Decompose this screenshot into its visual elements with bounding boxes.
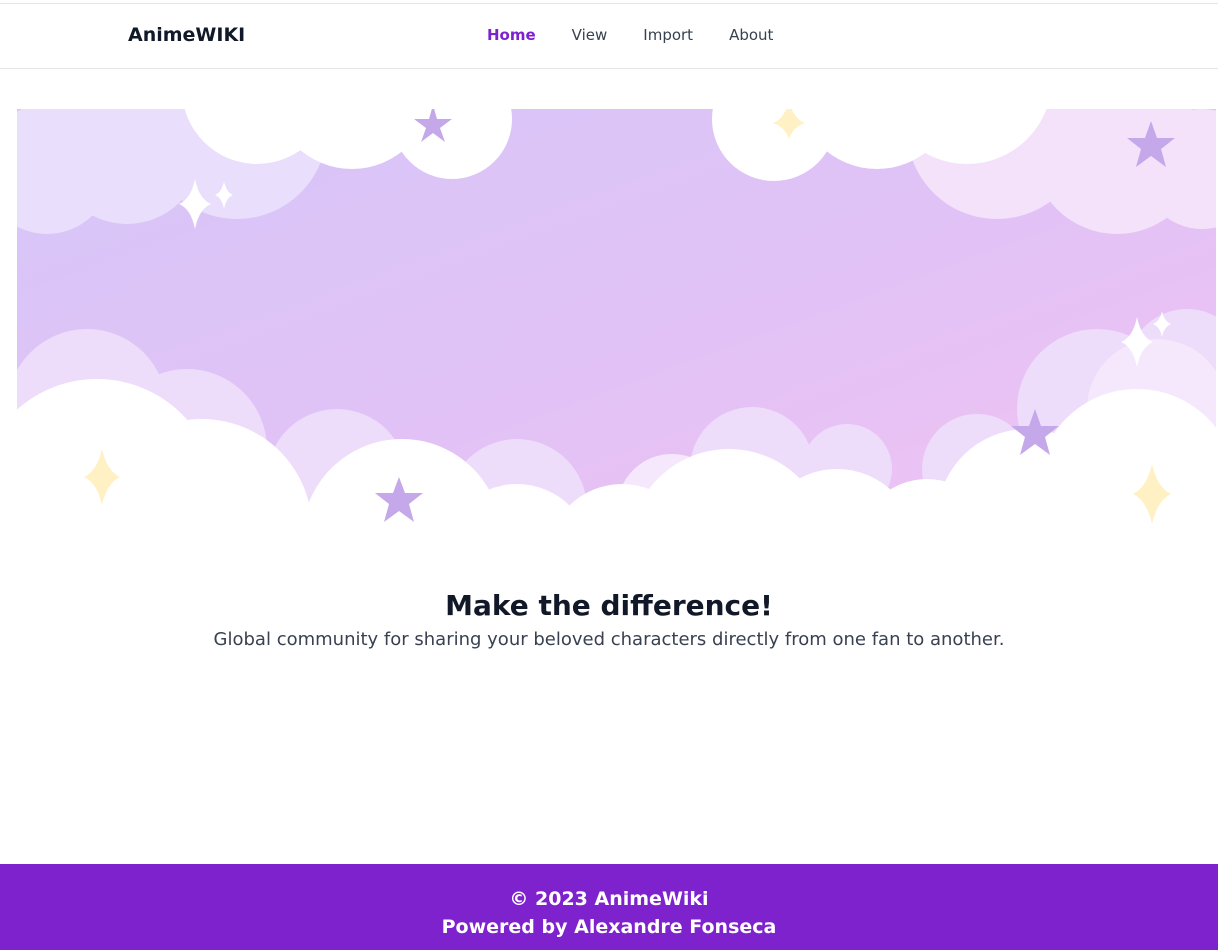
footer: © 2023 AnimeWiki Powered by Alexandre Fo… xyxy=(0,864,1218,950)
footer-credit: Powered by Alexandre Fonseca xyxy=(441,916,777,938)
nav-links: Home View Import About xyxy=(487,26,773,44)
brand-logo[interactable]: AnimeWIKI xyxy=(128,24,245,46)
hero-subtitle: Global community for sharing your belove… xyxy=(213,629,1005,650)
footer-copyright: © 2023 AnimeWiki xyxy=(509,888,709,910)
hero-illustration xyxy=(17,109,1216,549)
nav-link-view[interactable]: View xyxy=(572,26,608,44)
nav-link-about[interactable]: About xyxy=(729,26,773,44)
navbar: AnimeWIKI Home View Import About xyxy=(0,4,1218,69)
nav-link-import[interactable]: Import xyxy=(643,26,693,44)
hero-headline: Make the difference! xyxy=(445,589,773,622)
hero-banner-image xyxy=(17,109,1216,549)
nav-link-home[interactable]: Home xyxy=(487,26,536,44)
